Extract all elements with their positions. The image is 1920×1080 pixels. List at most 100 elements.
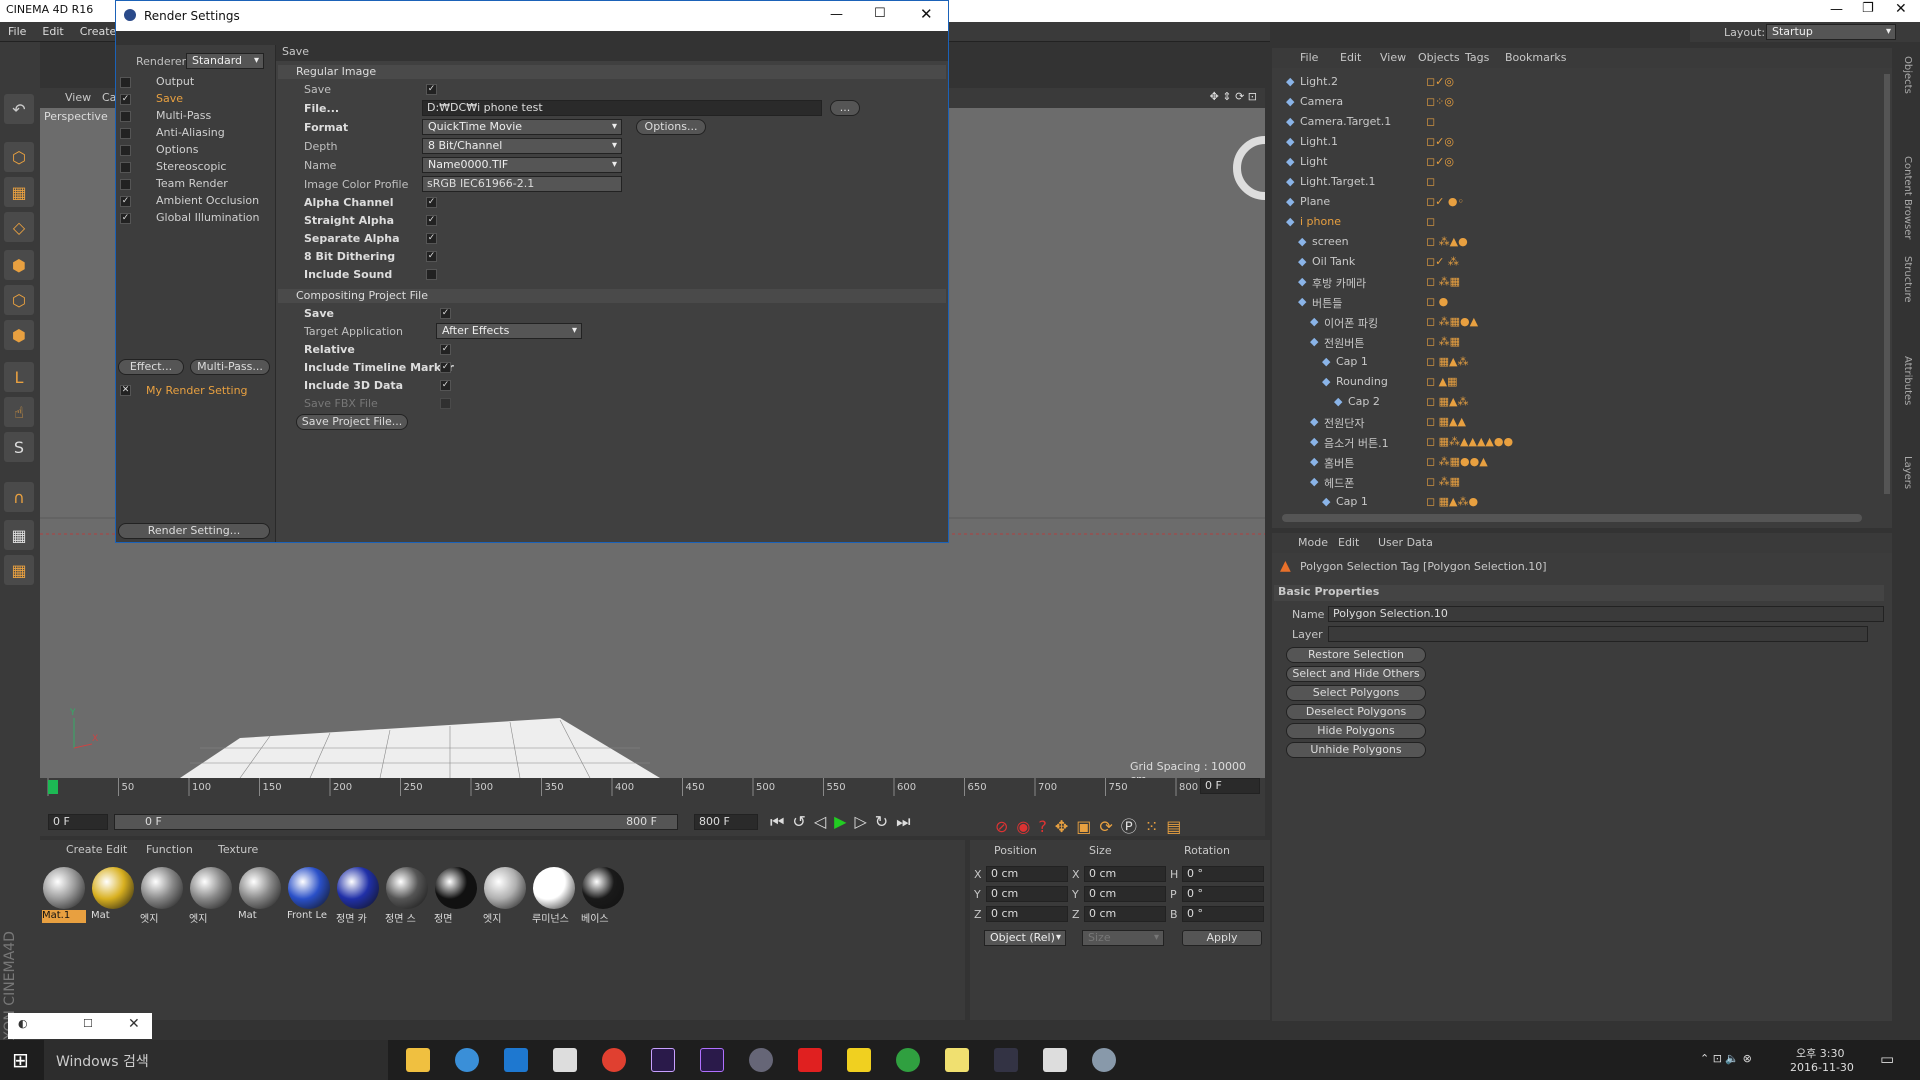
material-label[interactable]: 정면 [434, 910, 478, 923]
render-item-checkbox[interactable]: ✓ [120, 196, 131, 207]
next-key-icon[interactable]: ↻ [875, 812, 896, 831]
object-name[interactable]: 버튼들 [1312, 295, 1342, 311]
object-scrollbar-h[interactable] [1282, 514, 1862, 522]
object-name[interactable]: Rounding [1336, 375, 1388, 388]
points-mode-icon[interactable]: ⬢ [4, 250, 34, 280]
object-row[interactable]: ◆ i phone ◻ [1278, 212, 1888, 231]
file-path-field[interactable]: D:₩DC₩i phone test [422, 100, 822, 116]
separate-alpha-checkbox[interactable]: ✓ [426, 233, 437, 244]
object-row[interactable]: ◆ Camera ◻⁘◎ [1278, 92, 1888, 111]
material-label[interactable]: 엣지 [140, 910, 184, 923]
texture-mode-icon[interactable]: ▦ [4, 177, 34, 207]
object-row[interactable]: ◆ Oil Tank ◻✓ ⁂ [1278, 252, 1888, 271]
object-row[interactable]: ◆ Light ◻✓◎ [1278, 152, 1888, 171]
render-item-ambient-occlusion[interactable]: Ambient Occlusion [156, 194, 259, 207]
object-name[interactable]: 전원버튼 [1324, 335, 1364, 351]
undo-icon[interactable]: ↶ [4, 94, 34, 124]
premiere-icon[interactable] [700, 1048, 724, 1072]
coord-mode-dropdown[interactable]: Object (Rel) [984, 930, 1066, 946]
object-name[interactable]: Light.Target.1 [1300, 175, 1375, 188]
param-key-icon[interactable]: Ⓟ [1121, 817, 1145, 836]
attr-menu-user-data[interactable]: User Data [1378, 536, 1433, 549]
object-row[interactable]: ◆ 후방 카메라 ◻ ⁂▦ [1278, 272, 1888, 291]
calculator-icon[interactable] [1043, 1048, 1067, 1072]
object-name[interactable]: Camera [1300, 95, 1343, 108]
unhide-polygons-button[interactable]: Unhide Polygons [1286, 742, 1426, 758]
side-tab-content-browser[interactable]: Content Browser [1902, 156, 1913, 239]
relative-checkbox[interactable]: ✓ [440, 344, 451, 355]
polygons-mode-icon[interactable]: ⬢ [4, 320, 34, 350]
grid-lock-icon[interactable]: ▦ [4, 520, 34, 550]
clock-time[interactable]: 오후 3:30 [1796, 1045, 1844, 1061]
start-frame-field[interactable]: 0 F [48, 814, 108, 830]
restore-icon[interactable]: ❐ [1862, 1, 1874, 16]
side-tab-attributes[interactable]: Attributes [1902, 356, 1913, 405]
tweak-icon[interactable]: ☝ [4, 397, 34, 427]
object-row[interactable]: ◆ screen ◻ ⁂▲● [1278, 232, 1888, 251]
object-row[interactable]: ◆ 전원단자 ◻ ▦▲▲ [1278, 412, 1888, 431]
frame-range-slider[interactable]: 0 F 800 F [114, 814, 678, 830]
search-box[interactable]: Windows 검색 [44, 1040, 388, 1080]
coord-field[interactable]: 0 cm [986, 866, 1068, 882]
format-options-button[interactable]: Options... [636, 119, 706, 135]
material-label[interactable]: 정면 카 [336, 910, 380, 923]
hide-polygons-button[interactable]: Hide Polygons [1286, 723, 1426, 739]
object-row[interactable]: ◆ Cap 2 ◻ ▦▲⁂ [1278, 392, 1888, 411]
objects-menu-edit[interactable]: Edit [1340, 51, 1361, 64]
pla-key-icon[interactable]: ⁙ [1145, 817, 1166, 836]
object-row[interactable]: ◆ Cap 1 ◻ ▦▲⁂● [1278, 492, 1888, 511]
end-frame-field[interactable]: 800 F [694, 814, 758, 830]
save-checkbox[interactable]: ✓ [426, 84, 437, 95]
model-mode-icon[interactable]: ⬡ [4, 142, 34, 172]
object-tags[interactable]: ◻ [1426, 115, 1435, 128]
render-item-output[interactable]: Output [156, 75, 194, 88]
object-tags[interactable]: ◻ ▦▲▲ [1426, 415, 1466, 428]
minimized-close-icon[interactable]: ✕ [128, 1016, 140, 1032]
object-row[interactable]: ◆ 전원버튼 ◻ ⁂▦ [1278, 332, 1888, 351]
object-tags[interactable]: ◻ ▦▲⁂ [1426, 395, 1468, 408]
start-icon[interactable]: ⊞ [12, 1048, 29, 1072]
object-row[interactable]: ◆ 음소거 버튼.1 ◻ ▦⁂▲▲▲▲●● [1278, 432, 1888, 451]
object-tags[interactable]: ◻ ⁂▦ [1426, 275, 1460, 288]
material-item[interactable]: Mat [238, 866, 282, 923]
object-name[interactable]: Cap 1 [1336, 355, 1368, 368]
object-row[interactable]: ◆ Rounding ◻ ▲▦ [1278, 372, 1888, 391]
object-tags[interactable]: ◻ ▲▦ [1426, 375, 1457, 388]
object-row[interactable]: ◆ Plane ◻✓ ●◦ [1278, 192, 1888, 211]
object-name[interactable]: Camera.Target.1 [1300, 115, 1391, 128]
coord-apply-button[interactable]: Apply [1182, 930, 1262, 946]
objects-menu-file[interactable]: File [1300, 51, 1318, 64]
render-item-checkbox[interactable] [120, 145, 131, 156]
object-tags[interactable]: ◻ ⁂▦●▲ [1426, 315, 1478, 328]
save-project-button[interactable]: Save Project File... [296, 414, 408, 430]
tray-icons[interactable]: ⌃ ⊡ 🔈 ⊗ [1700, 1052, 1752, 1065]
minimize-icon[interactable]: — [1830, 2, 1843, 17]
include-sound-checkbox[interactable] [426, 269, 437, 280]
dithering-checkbox[interactable]: ✓ [426, 251, 437, 262]
material-item[interactable]: Mat.1 [42, 866, 86, 923]
object-row[interactable]: ◆ Cap 1 ◻ ▦▲⁂ [1278, 352, 1888, 371]
material-item[interactable]: 정면 스 [385, 866, 429, 923]
select-polygons-button[interactable]: Select Polygons [1286, 685, 1426, 701]
kakaotalk-icon[interactable] [847, 1048, 871, 1072]
object-row[interactable]: ◆ 버튼들 ◻ ● [1278, 292, 1888, 311]
object-tags[interactable]: ◻✓◎ [1426, 75, 1454, 88]
go-end-icon[interactable]: ⏭ [896, 812, 918, 831]
render-item-stereoscopic[interactable]: Stereoscopic [156, 160, 226, 173]
timeline-current-frame[interactable]: 0 F [1200, 778, 1260, 794]
material-label[interactable]: 엣지 [189, 910, 233, 923]
render-setting-button[interactable]: Render Setting... [118, 523, 270, 539]
viewport-view-menu[interactable]: View [65, 91, 91, 104]
attr-menu-edit[interactable]: Edit [1338, 536, 1359, 549]
store-icon[interactable] [553, 1048, 577, 1072]
objects-menu-tags[interactable]: Tags [1465, 51, 1489, 64]
deselect-polygons-button[interactable]: Deselect Polygons [1286, 704, 1426, 720]
object-tags[interactable]: ◻ ⁂▦ [1426, 475, 1460, 488]
cinema4d-icon[interactable] [749, 1048, 773, 1072]
ie-icon[interactable] [455, 1048, 479, 1072]
attr-layer-field[interactable] [1328, 626, 1868, 642]
object-name[interactable]: 이어폰 파킹 [1324, 315, 1378, 331]
object-name[interactable]: 음소거 버튼.1 [1324, 435, 1389, 451]
object-tags[interactable]: ◻✓ ●◦ [1426, 195, 1464, 208]
objects-menu-bookmarks[interactable]: Bookmarks [1505, 51, 1566, 64]
